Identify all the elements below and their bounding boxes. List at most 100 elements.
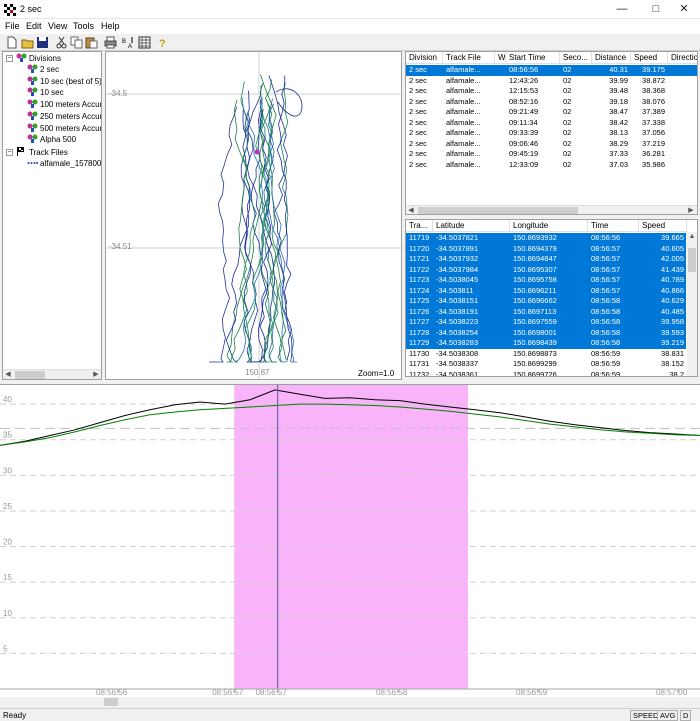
help-icon[interactable]: ? [156, 36, 169, 49]
menu-edit[interactable]: Edit [26, 21, 42, 31]
column-header[interactable]: Start Time [506, 52, 560, 64]
column-header[interactable]: Seco... [560, 52, 592, 64]
divisions-collapse-toggle[interactable]: − [6, 55, 13, 62]
tree-item-division[interactable]: 100 meters Accur [27, 99, 101, 110]
tree-item-division[interactable]: 10 sec (best of 5) [27, 76, 101, 87]
table-row[interactable]: 11725 -34.5038151 150.8696662 08:56:58 40.62… [406, 296, 686, 307]
column-header[interactable]: Distance [592, 52, 631, 64]
table-cell: 2 sec [409, 86, 427, 95]
table-cell: 39.665 [661, 233, 684, 242]
tree-item-division[interactable]: 2 sec [27, 64, 59, 75]
column-header[interactable]: Speed [639, 220, 687, 232]
column-header[interactable]: Tra... [406, 220, 433, 232]
table-row[interactable]: 11730 -34.5038308 150.8698873 08:56:59 38.83… [406, 349, 686, 360]
table-row[interactable]: 2 sec alfamale... 12:15:53 02 39.48 38.368 [406, 86, 697, 97]
table-row[interactable]: 11724 -34.503811 150.8696211 08:56:57 40.866 [406, 285, 686, 296]
track-dots-icon [27, 162, 38, 164]
track-files-collapse-toggle[interactable]: − [6, 149, 13, 156]
cut-icon[interactable] [55, 36, 68, 49]
table-cell: 11725 [409, 296, 430, 305]
tree-item-division[interactable]: 10 sec [27, 87, 64, 98]
table-row[interactable]: 11732 -34.5038361 150.8699726 08:56:59 38.2 [406, 369, 686, 377]
table-cell: 09:21:49 [509, 107, 539, 116]
print-icon[interactable] [104, 36, 117, 49]
table-row[interactable]: 2 sec alfamale... 08:52:16 02 39.18 38.076 [406, 97, 697, 108]
points-vertical-scrollbar[interactable]: ▲ [687, 232, 697, 376]
table-row[interactable]: 11720 -34.5037891 150.8694379 08:56:57 40.60… [406, 243, 686, 254]
tree-item-division[interactable]: Alpha 500 [27, 134, 76, 145]
tree-item-divisions[interactable]: Divisions [16, 53, 61, 64]
table-row[interactable]: 2 sec alfamale... 12:43:26 02 39.99 38.872 [406, 76, 697, 87]
table-row[interactable]: 11731 -34.5038337 150.8699299 08:56:59 38.15… [406, 359, 686, 370]
column-header[interactable]: Time [588, 220, 639, 232]
table-cell: 12:43:26 [509, 75, 539, 85]
paste-icon[interactable] [85, 36, 98, 49]
tree-item-track-file[interactable]: alfamale_1578001 [27, 158, 101, 169]
tree-item-track-files[interactable]: Track Files [16, 147, 68, 158]
table-row[interactable]: 2 sec alfamale... 09:06:46 02 38.29 37.219 [406, 139, 697, 150]
column-header[interactable]: W. [495, 52, 506, 64]
table-cell: 08:56:57 [591, 285, 621, 295]
sort-icon[interactable]: BA [122, 36, 135, 49]
scrollbar-thumb[interactable] [688, 248, 696, 272]
speed-chart[interactable]: 40 35 30 25 20 15 10 5 08:56:56 08:56:57 08:56:57 0… [0, 384, 700, 707]
minimize-button[interactable]: — [604, 0, 640, 19]
menu-view[interactable]: View [48, 21, 67, 31]
table-row[interactable]: 11721 -34.5037932 150.8694847 08:56:57 42.00… [406, 254, 686, 265]
scroll-left-icon[interactable]: ◀ [3, 370, 13, 379]
scroll-left-icon[interactable]: ◀ [406, 206, 416, 214]
table-row[interactable]: 11729 -34.5038283 150.8698439 08:56:58 39.21… [406, 338, 686, 349]
column-header[interactable]: Directio [668, 52, 697, 64]
table-row[interactable]: 2 sec alfamale... 09:11:34 02 38.42 37.338 [406, 118, 697, 129]
scroll-right-icon[interactable]: ▶ [686, 206, 696, 214]
table-cell: 38.368 [642, 86, 665, 95]
track-map[interactable]: -34.5 -34.51 150.87 Zoom=1.0 [105, 51, 402, 380]
table-row[interactable]: 11727 -34.5038223 150.8697559 08:56:58 39.95… [406, 317, 686, 328]
menu-file[interactable]: File [5, 21, 20, 31]
table-cell: 08:56:58 [591, 296, 621, 305]
table-row[interactable]: 11719 -34.5037821 150.8693932 08:56:56 39.66… [406, 233, 686, 244]
table-cell: 150.8696211 [513, 285, 557, 295]
table-cell: 38.47 [609, 107, 628, 116]
column-header[interactable]: Division [406, 52, 443, 64]
table-row[interactable]: 11728 -34.5038254 150.8698001 08:56:58 39.59… [406, 327, 686, 338]
save-icon[interactable] [36, 36, 49, 49]
table-cell: -34.5038283 [436, 338, 479, 347]
divisions-horizontal-scrollbar[interactable]: ◀ ▶ [406, 205, 697, 214]
copy-icon[interactable] [70, 36, 83, 49]
menu-help[interactable]: Help [101, 21, 120, 31]
scrollbar-thumb[interactable] [418, 207, 578, 214]
table-row[interactable]: 11726 -34.5038191 150.8697113 08:56:58 40.48… [406, 306, 686, 317]
table-row[interactable]: 11723 -34.5038045 150.8695758 08:56:57 40.78… [406, 275, 686, 286]
table-cell: 2 sec [409, 149, 427, 158]
tree-item-division[interactable]: 500 meters Accur [27, 123, 101, 134]
table-cell: 41.439 [661, 264, 684, 274]
table-row[interactable]: 2 sec alfamale... 09:33:39 02 38.13 37.056 [406, 128, 697, 139]
close-button[interactable]: ✕ [666, 0, 700, 19]
grid-icon[interactable] [138, 36, 151, 49]
scroll-right-icon[interactable]: ▶ [91, 370, 101, 379]
column-header[interactable]: Longitude [510, 220, 588, 232]
table-cell: 08:52:16 [509, 96, 539, 106]
table-cell: 40.31 [609, 65, 628, 74]
new-icon[interactable] [5, 36, 18, 49]
scrollbar-thumb[interactable] [15, 371, 45, 379]
division-ribbon-icon [27, 87, 38, 97]
tree-horizontal-scrollbar[interactable]: ◀ ▶ [3, 369, 101, 379]
table-cell: alfamale... [446, 65, 481, 74]
scroll-up-icon[interactable]: ▲ [687, 232, 697, 242]
column-header[interactable]: Track File [443, 52, 495, 64]
table-row[interactable]: 2 sec alfamale... 12:33:09 02 37.03 35.986 [406, 160, 697, 171]
open-icon[interactable] [21, 36, 34, 49]
table-row[interactable]: 2 sec alfamale... 09:45:19 02 37.33 36.281 [406, 149, 697, 160]
table-row[interactable]: 2 sec alfamale... 08:56:56 02 40.31 39.175 [406, 65, 697, 76]
column-header[interactable]: Latitude [433, 220, 510, 232]
tree-item-division[interactable]: 250 meters Accur [27, 111, 101, 122]
table-row[interactable]: 11722 -34.5037984 150.8695307 08:56:57 41.43… [406, 264, 686, 275]
table-cell: 09:45:19 [509, 149, 539, 158]
table-cell: 38.2 [669, 369, 684, 377]
column-header[interactable]: Speed [631, 52, 668, 64]
table-cell: 39.99 [609, 75, 628, 85]
table-row[interactable]: 2 sec alfamale... 09:21:49 02 38.47 37.389 [406, 107, 697, 118]
menu-tools[interactable]: Tools [73, 21, 94, 31]
